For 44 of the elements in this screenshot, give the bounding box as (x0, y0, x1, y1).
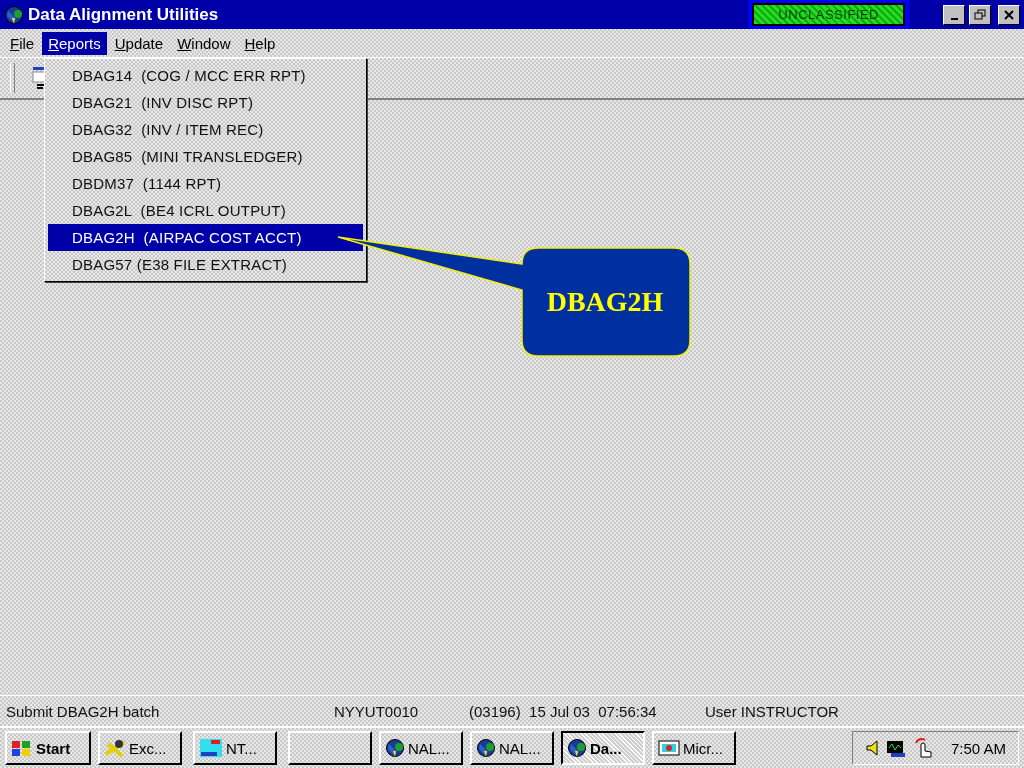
menu-option[interactable]: DBAG2L (BE4 ICRL OUTPUT) (48, 197, 363, 224)
terminal-icon (199, 737, 223, 759)
menu-option[interactable]: DBDM37 (1144 RPT) (48, 170, 363, 197)
presentation-icon (658, 739, 680, 757)
terminal-id: NYYUT0010 (334, 702, 420, 720)
close-icon (1003, 8, 1015, 21)
callout-label: DBAG2H (546, 286, 664, 318)
taskbar-button[interactable]: NT... (193, 731, 277, 765)
speaker-icon[interactable] (864, 738, 879, 758)
menu-option[interactable]: DBAG57 (E38 FILE EXTRACT) (48, 251, 363, 278)
menu-option[interactable]: DBAG85 (MINI TRANSLEDGER) (48, 143, 363, 170)
user-name: User INSTRUCTOR (705, 702, 839, 720)
menu-option[interactable]: DBAG32 (INV / ITEM REC) (48, 116, 363, 143)
menu-item[interactable]: File (4, 31, 41, 55)
globe-icon (4, 4, 24, 25)
restore-icon (974, 8, 986, 21)
globe-icon (385, 738, 405, 758)
windows-logo-icon (11, 738, 33, 758)
taskbar-button[interactable]: Exc... (98, 731, 182, 765)
taskbar-button[interactable]: NAL... (379, 731, 463, 765)
timestamp: (03196) 15 Jul 03 07:56:34 (469, 702, 658, 720)
taskbar-button[interactable] (288, 731, 372, 765)
window-title: Data Alignment Utilities (28, 4, 220, 25)
menu-item[interactable]: Help (238, 31, 282, 55)
menu-item[interactable]: Update (108, 31, 170, 55)
monitor-icon[interactable] (884, 738, 907, 758)
status-message: Submit DBAG2H batch (6, 702, 161, 720)
restore-button[interactable] (969, 4, 991, 25)
menu-item[interactable]: Reports (42, 31, 107, 55)
menu-item[interactable]: Window (171, 31, 237, 55)
minimize-button[interactable] (943, 4, 965, 25)
menu-option[interactable]: DBAG14 (COG / MCC ERR RPT) (48, 62, 363, 89)
start-button[interactable]: Start (5, 731, 91, 765)
globe-icon (567, 738, 587, 758)
taskbar-button[interactable]: NAL... (470, 731, 554, 765)
minimize-icon (950, 17, 958, 20)
hand-pointer-icon[interactable] (912, 737, 935, 759)
globe-icon (476, 738, 496, 758)
clock: 7:50 AM (950, 739, 1006, 757)
taskbar-button[interactable]: Micr... (652, 731, 736, 765)
menu-option[interactable]: DBAG21 (INV DISC RPT) (48, 89, 363, 116)
close-button[interactable] (998, 4, 1020, 25)
menu-option[interactable]: DBAG2H (AIRPAC COST ACCT) (48, 224, 363, 251)
taskbar-button[interactable]: Da... (561, 731, 645, 765)
